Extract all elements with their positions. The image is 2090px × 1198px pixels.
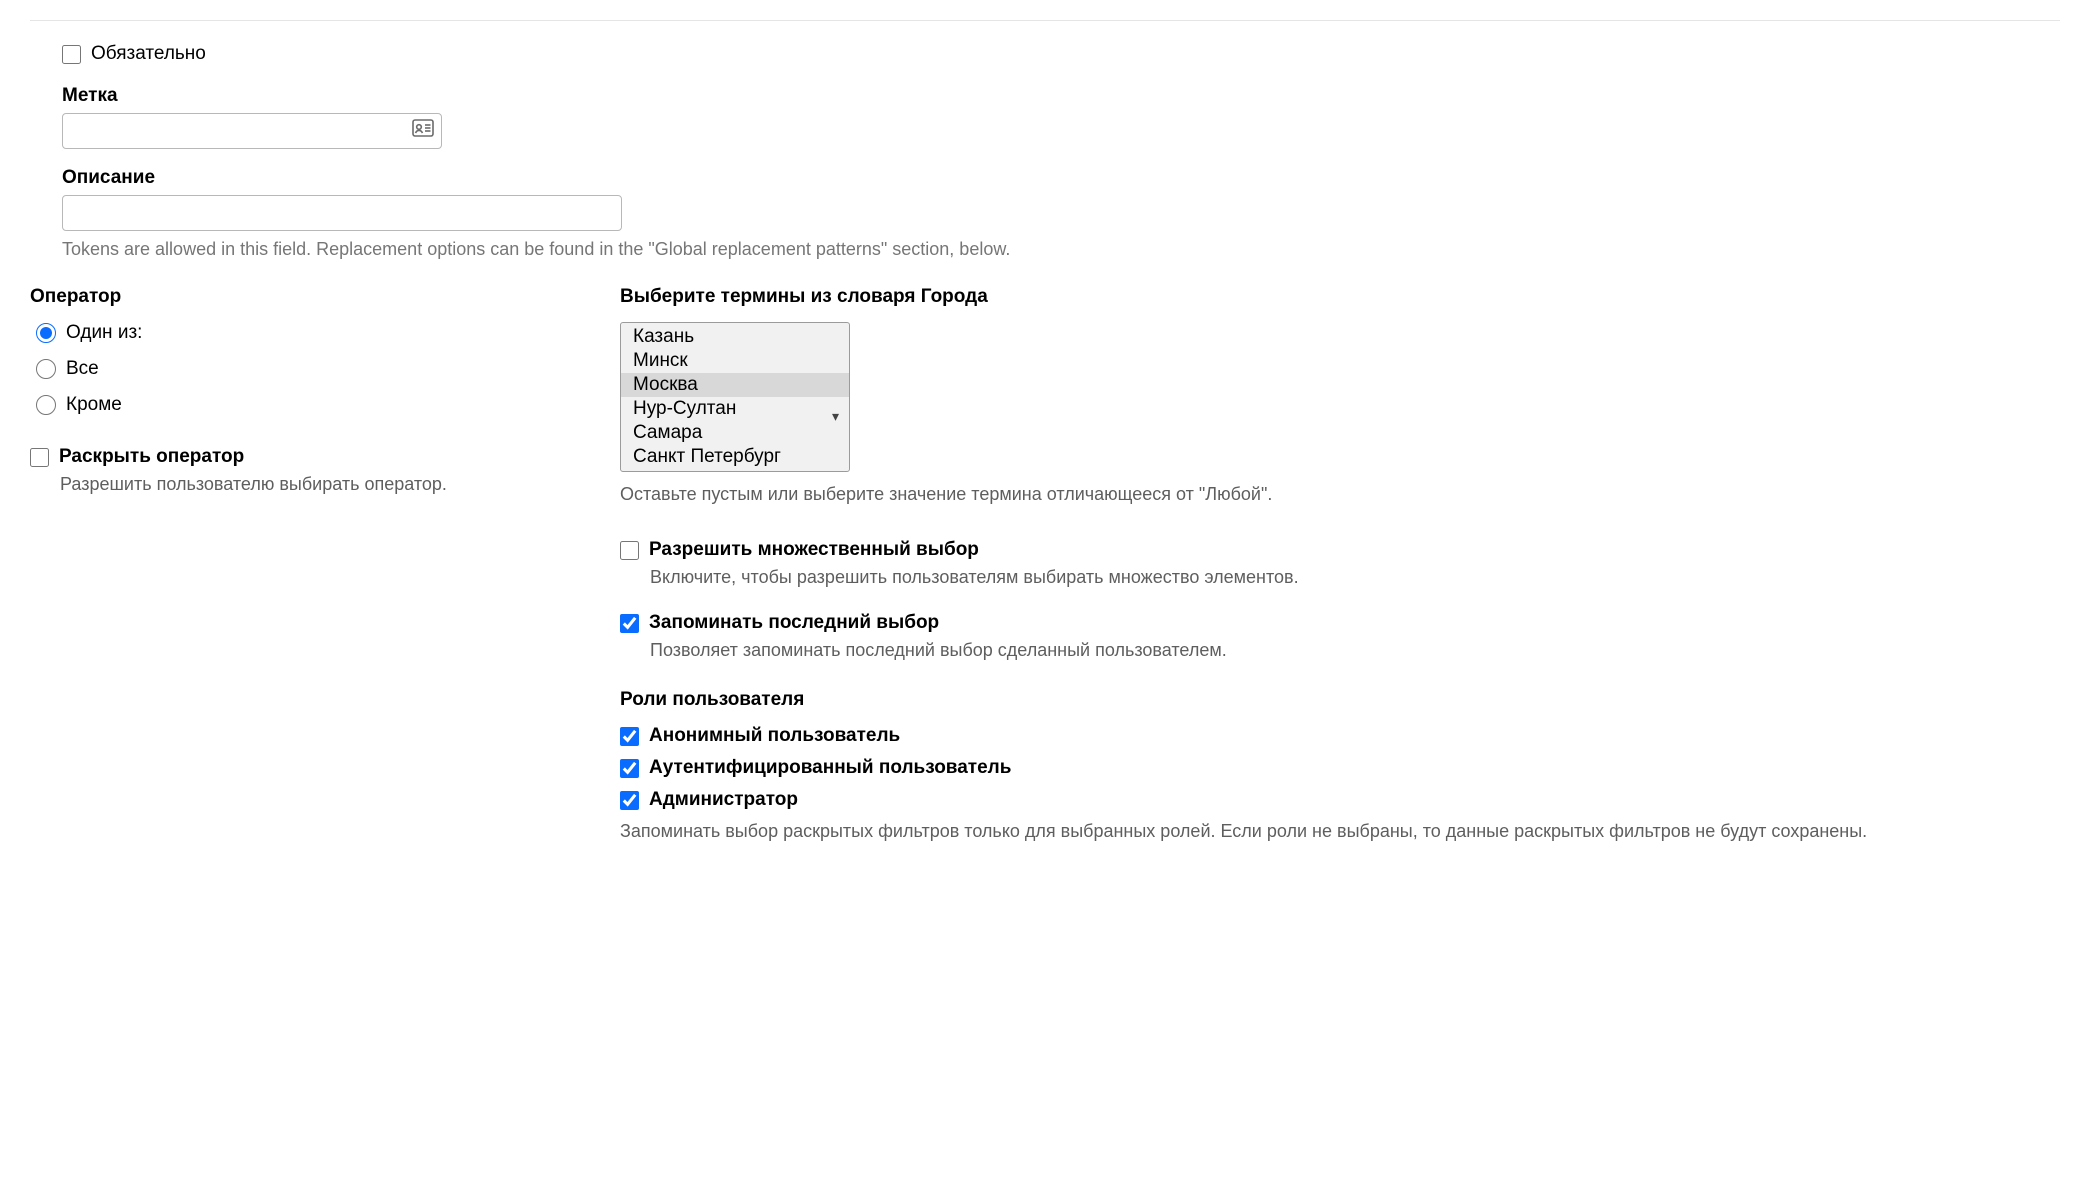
roles-title: Роли пользователя [620,689,2060,711]
terms-title: Выберите термины из словаря Города [620,286,2060,308]
remember-last-label: Запоминать последний выбор [649,612,939,634]
required-label: Обязательно [91,43,206,65]
expose-operator-checkbox[interactable] [30,448,49,467]
top-divider [30,20,2060,21]
operator-radio-group: Один из: Все Кроме [36,322,620,416]
terms-option[interactable]: Казань [621,325,849,349]
expose-operator-desc: Разрешить пользователю выбирать оператор… [60,474,620,495]
operator-label-one-of: Один из: [66,322,142,344]
operator-radio-except[interactable] [36,395,56,415]
allow-multiple-label: Разрешить множественный выбор [649,539,979,561]
role-authenticated-label: Аутентифицированный пользователь [649,757,1011,779]
label-input-wrap [62,113,442,149]
role-admin-checkbox[interactable] [620,791,639,810]
tokens-hint: Tokens are allowed in this field. Replac… [62,239,2060,260]
terms-option[interactable]: Санкт Петербург [621,445,849,469]
operator-label-all: Все [66,358,99,380]
role-anonymous-label: Анонимный пользователь [649,725,900,747]
expose-operator-label: Раскрыть оператор [59,446,244,468]
allow-multiple-desc: Включите, чтобы разрешить пользователям … [650,567,2060,588]
terms-option[interactable]: Минск [621,349,849,373]
remember-last-desc: Позволяет запоминать последний выбор сде… [650,640,2060,661]
desc-field-label: Описание [62,167,2060,189]
required-checkbox[interactable] [62,45,81,64]
label-input[interactable] [62,113,442,149]
allow-multiple-checkbox[interactable] [620,541,639,560]
operator-radio-all[interactable] [36,359,56,379]
operator-label-except: Кроме [66,394,122,416]
terms-option[interactable]: Самара [621,421,849,445]
terms-option[interactable]: Нур-Султан [621,397,849,421]
terms-hint: Оставьте пустым или выберите значение те… [620,484,2060,505]
operator-radio-one-of[interactable] [36,323,56,343]
desc-input[interactable] [62,195,622,231]
required-row: Обязательно [62,43,2060,65]
remember-last-checkbox[interactable] [620,614,639,633]
role-admin-label: Администратор [649,789,798,811]
terms-option[interactable]: Москва [621,373,849,397]
operator-title: Оператор [30,286,620,308]
terms-listbox[interactable]: ▾ Казань Минск Москва Нур-Султан Самара … [620,322,850,472]
roles-hint: Запоминать выбор раскрытых фильтров толь… [620,821,2060,842]
label-field-label: Метка [62,85,2060,107]
role-authenticated-checkbox[interactable] [620,759,639,778]
role-anonymous-checkbox[interactable] [620,727,639,746]
